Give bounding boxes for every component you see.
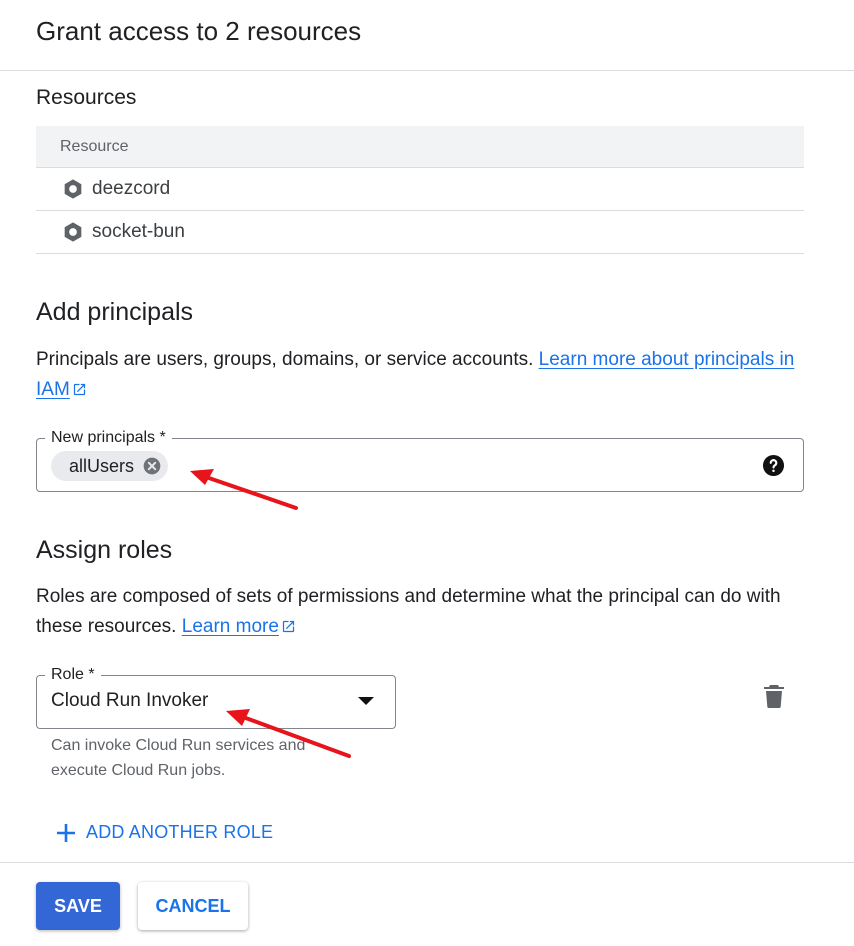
delete-role-icon[interactable] [763, 684, 785, 708]
resources-table: Resource deezcord socket-bun [36, 126, 804, 254]
new-principals-field[interactable]: New principals * allUsers [36, 428, 804, 492]
principal-chip[interactable]: allUsers [51, 451, 169, 481]
add-another-role-label: ADD ANOTHER ROLE [86, 822, 274, 842]
resource-name: deezcord [92, 178, 171, 199]
resources-column-header: Resource [36, 126, 804, 168]
resource-row: deezcord [36, 168, 804, 211]
roles-description: Roles are composed of sets of permission… [36, 582, 796, 644]
resource-name: socket-bun [92, 221, 185, 242]
roles-description-text: Roles are composed of sets of permission… [36, 586, 781, 637]
learn-more-roles-link[interactable]: Learn more [182, 616, 296, 637]
external-link-icon [72, 377, 87, 407]
plus-icon [56, 823, 76, 843]
role-selected-value: Cloud Run Invoker [51, 690, 209, 711]
principals-description: Principals are users, groups, domains, o… [36, 345, 806, 407]
remove-chip-icon[interactable] [142, 456, 162, 476]
dropdown-arrow-icon[interactable] [357, 696, 375, 706]
save-button[interactable]: SAVE [36, 882, 120, 930]
add-principals-heading: Add principals [36, 298, 194, 326]
assign-roles-heading: Assign roles [36, 536, 173, 564]
role-label: Role * [45, 665, 101, 685]
cloud-run-service-icon [62, 221, 84, 243]
cloud-run-service-icon [62, 178, 84, 200]
principals-description-text: Principals are users, groups, domains, o… [36, 349, 534, 370]
role-select[interactable]: Role * Cloud Run Invoker [36, 665, 396, 729]
resources-heading: Resources [36, 86, 137, 109]
add-another-role-button[interactable]: ADD ANOTHER ROLE [56, 822, 273, 843]
role-hint: Can invoke Cloud Run services and execut… [51, 737, 306, 779]
resource-row: socket-bun [36, 211, 804, 254]
dialog-title: Grant access to 2 resources [36, 16, 362, 46]
external-link-icon [281, 614, 296, 644]
principal-chip-label: allUsers [69, 455, 135, 476]
new-principals-label: New principals * [45, 428, 172, 448]
help-icon[interactable] [762, 454, 785, 477]
cancel-button[interactable]: CANCEL [138, 882, 248, 930]
dialog-header: Grant access to 2 resources [0, 0, 854, 71]
dialog-footer: SAVE CANCEL [0, 862, 854, 946]
